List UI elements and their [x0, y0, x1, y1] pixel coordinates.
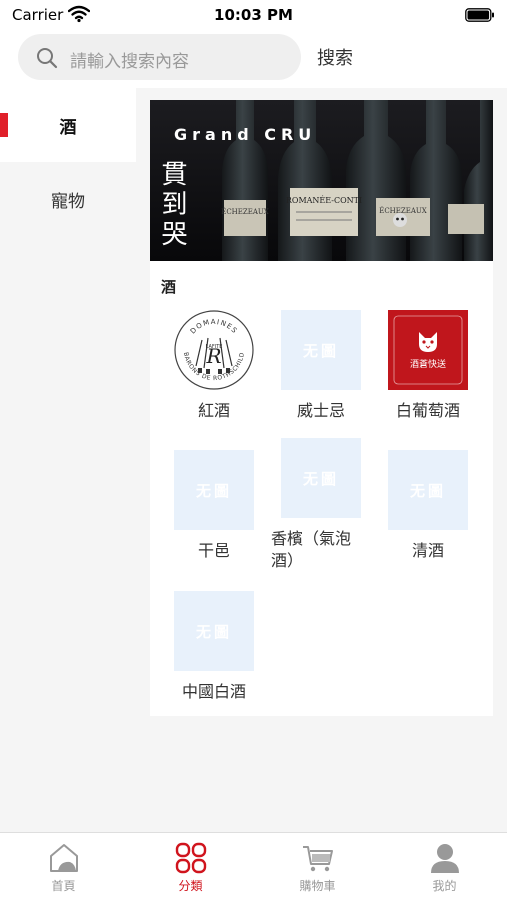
sidebar-item-label: 寵物 — [51, 191, 85, 212]
tab-label: 首頁 — [51, 879, 76, 893]
category-item-cognac[interactable]: 无圖 干邑 — [160, 450, 268, 570]
svg-text:R: R — [205, 344, 221, 368]
category-content: ÉCHEZEAUX ROMANÉE-CONTI ÉCHEZEAUX Grand … — [136, 88, 507, 832]
category-item-white-wine[interactable]: 酒蒼快送 白葡萄酒 — [374, 310, 482, 430]
image-placeholder: 无圖 — [174, 591, 254, 671]
tab-cart[interactable]: 購物車 — [254, 833, 381, 901]
search-button[interactable]: 搜索 — [317, 44, 353, 70]
rothschild-logo: DOMAINES BARONS DE ROTHSCHILD LAFITE R — [174, 310, 254, 390]
category-label: 干邑 — [197, 541, 230, 560]
status-bar: Carrier 10:03 PM — [0, 0, 507, 32]
image-placeholder: 无圖 — [174, 450, 254, 530]
banner-headline: Grand CRU — [174, 125, 316, 144]
banner-image: ÉCHEZEAUX ROMANÉE-CONTI ÉCHEZEAUX Grand … — [150, 100, 493, 261]
image-placeholder: 无圖 — [281, 438, 361, 518]
banner-slogan: 貫到哭 — [157, 160, 187, 250]
category-item-baijiu[interactable]: 无圖 中國白酒 — [160, 591, 268, 711]
search-placeholder: 請輸入搜索內容 — [70, 52, 189, 72]
tab-label: 購物車 — [299, 879, 336, 893]
tab-label: 我的 — [432, 879, 457, 893]
tab-home[interactable]: 首頁 — [0, 833, 127, 901]
battery-icon — [465, 8, 494, 22]
category-label: 中國白酒 — [181, 682, 246, 701]
svg-text:酒蒼快送: 酒蒼快送 — [410, 358, 446, 370]
category-label: 紅酒 — [197, 401, 230, 420]
svg-text:ÉCHEZEAUX: ÉCHEZEAUX — [379, 206, 427, 215]
tab-label: 分類 — [178, 879, 203, 893]
search-icon — [37, 48, 58, 69]
category-panel: ÉCHEZEAUX ROMANÉE-CONTI ÉCHEZEAUX Grand … — [150, 100, 493, 716]
home-icon — [50, 844, 78, 872]
tab-profile[interactable]: 我的 — [381, 833, 507, 901]
image-placeholder: 无圖 — [281, 310, 361, 390]
tab-bar: 首頁 分類 購物車 我的 — [0, 832, 507, 900]
category-label: 香檳（氣泡酒） — [271, 529, 352, 570]
red-cat-logo: 酒蒼快送 — [388, 310, 468, 390]
search-input[interactable]: 請輸入搜索內容 — [18, 34, 301, 80]
category-grid-icon — [175, 842, 207, 874]
sidebar-item-wine[interactable]: 酒 — [0, 88, 136, 162]
active-indicator — [0, 113, 8, 137]
category-sidebar: 酒 寵物 — [0, 88, 136, 832]
image-placeholder: 无圖 — [388, 450, 468, 530]
promo-banner[interactable]: ÉCHEZEAUX ROMANÉE-CONTI ÉCHEZEAUX Grand … — [150, 100, 493, 261]
category-item-red-wine[interactable]: DOMAINES BARONS DE ROTHSCHILD LAFITE R 紅… — [160, 310, 268, 430]
category-item-whisky[interactable]: 无圖 威士忌 — [267, 310, 375, 430]
category-item-champagne[interactable]: 无圖 香檳（氣泡酒） — [267, 438, 375, 588]
tab-category[interactable]: 分類 — [127, 833, 254, 901]
category-item-sake[interactable]: 无圖 清酒 — [374, 450, 482, 570]
search-row: 請輸入搜索內容 搜索 — [0, 32, 507, 88]
category-label: 威士忌 — [296, 401, 345, 420]
category-label: 白葡萄酒 — [395, 401, 460, 420]
section-title: 酒 — [161, 278, 177, 296]
svg-text:ROMANÉE-CONTI: ROMANÉE-CONTI — [286, 196, 362, 205]
svg-text:ÉCHEZEAUX: ÉCHEZEAUX — [221, 207, 269, 216]
category-label: 清酒 — [411, 541, 444, 560]
clock: 10:03 PM — [214, 6, 293, 24]
sidebar-item-label: 酒 — [59, 117, 77, 138]
sidebar-item-pets[interactable]: 寵物 — [0, 162, 136, 236]
seal-icon — [393, 213, 407, 227]
cart-icon — [303, 846, 333, 872]
profile-icon — [431, 844, 459, 873]
